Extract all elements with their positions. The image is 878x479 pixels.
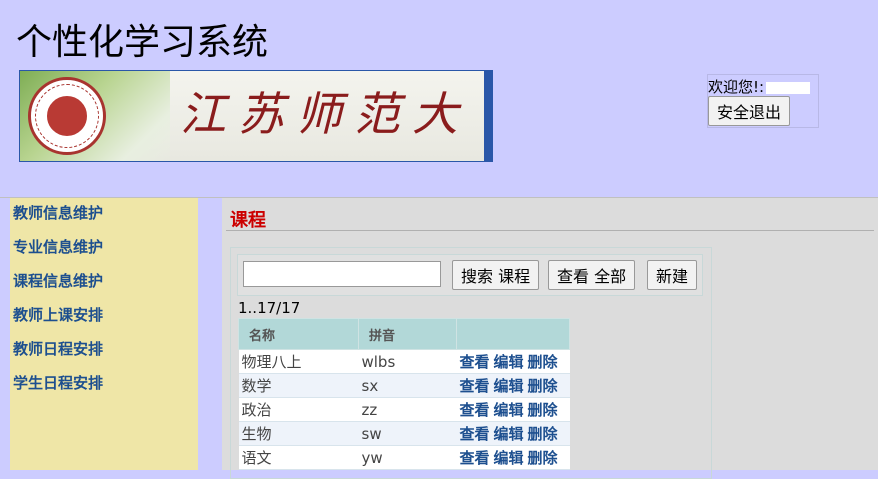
university-seal-icon xyxy=(28,77,106,155)
column-header-actions xyxy=(456,318,570,350)
main-content: 课程 搜索 课程 查看 全部 新建 1..17/17 名称 拼音 物理八上 wl… xyxy=(222,198,878,479)
welcome-line: 欢迎您!: xyxy=(708,76,811,97)
title-divider xyxy=(226,230,874,231)
cell-pinyin: wlbs xyxy=(358,349,457,374)
university-banner: 江苏师范大学 xyxy=(19,70,493,162)
cell-name: 语文 xyxy=(238,445,359,470)
sidebar: 教师信息维护 专业信息维护 课程信息维护 教师上课安排 教师日程安排 学生日程安… xyxy=(10,198,198,470)
header: 个性化学习系统 江苏师范大学 欢迎您!: 安全退出 xyxy=(0,0,878,197)
edit-link[interactable]: 编辑 xyxy=(494,425,524,443)
view-link[interactable]: 查看 xyxy=(460,425,490,443)
sidebar-item-teacher-class-schedule[interactable]: 教师上课安排 xyxy=(10,300,198,334)
delete-link[interactable]: 删除 xyxy=(528,377,558,395)
banner-calligraphy: 江苏师范大学 xyxy=(180,87,470,161)
cell-name: 生物 xyxy=(238,421,359,446)
cell-actions: 查看 编辑 删除 xyxy=(456,445,570,470)
view-link[interactable]: 查看 xyxy=(460,401,490,419)
search-toolbar: 搜索 课程 查看 全部 新建 xyxy=(237,254,703,296)
view-link[interactable]: 查看 xyxy=(460,449,490,467)
delete-link[interactable]: 删除 xyxy=(528,353,558,371)
cell-actions: 查看 编辑 删除 xyxy=(456,349,570,374)
edit-link[interactable]: 编辑 xyxy=(494,401,524,419)
cell-name: 数学 xyxy=(238,373,359,398)
delete-link[interactable]: 删除 xyxy=(528,425,558,443)
table-row: 数学 sx 查看 编辑 删除 xyxy=(238,373,570,398)
sidebar-item-student-calendar[interactable]: 学生日程安排 xyxy=(10,368,198,402)
cell-name: 物理八上 xyxy=(238,349,359,374)
view-link[interactable]: 查看 xyxy=(460,377,490,395)
page-title: 课程 xyxy=(230,210,266,231)
cell-actions: 查看 编辑 删除 xyxy=(456,373,570,398)
edit-link[interactable]: 编辑 xyxy=(494,377,524,395)
column-header-pinyin[interactable]: 拼音 xyxy=(358,318,457,350)
table-row: 物理八上 wlbs 查看 编辑 删除 xyxy=(238,349,570,374)
column-header-name[interactable]: 名称 xyxy=(238,318,359,350)
table-row: 政治 zz 查看 编辑 删除 xyxy=(238,397,570,422)
view-link[interactable]: 查看 xyxy=(460,353,490,371)
edit-link[interactable]: 编辑 xyxy=(494,449,524,467)
welcome-box: 欢迎您!: 安全退出 xyxy=(707,74,819,128)
sidebar-item-course-info[interactable]: 课程信息维护 xyxy=(10,266,198,300)
cell-actions: 查看 编辑 删除 xyxy=(456,397,570,422)
banner-edge xyxy=(484,71,492,161)
edit-link[interactable]: 编辑 xyxy=(494,353,524,371)
app-title: 个性化学习系统 xyxy=(16,22,269,63)
welcome-label: 欢迎您!: xyxy=(708,78,765,96)
cell-pinyin: yw xyxy=(358,445,457,470)
cell-pinyin: zz xyxy=(358,397,457,422)
view-all-button[interactable]: 查看 全部 xyxy=(548,260,636,290)
cell-name: 政治 xyxy=(238,397,359,422)
table-row: 生物 sw 查看 编辑 删除 xyxy=(238,421,570,446)
table-row: 语文 yw 查看 编辑 删除 xyxy=(238,445,570,470)
seal-center xyxy=(45,94,89,138)
search-course-button[interactable]: 搜索 课程 xyxy=(452,260,540,290)
search-input[interactable] xyxy=(243,261,441,287)
cell-actions: 查看 编辑 删除 xyxy=(456,421,570,446)
new-course-button[interactable]: 新建 xyxy=(647,260,698,290)
sidebar-item-major-info[interactable]: 专业信息维护 xyxy=(10,232,198,266)
delete-link[interactable]: 删除 xyxy=(528,401,558,419)
table-header-row: 名称 拼音 xyxy=(238,318,570,350)
record-count: 1..17/17 xyxy=(238,299,301,317)
cell-pinyin: sx xyxy=(358,373,457,398)
username-redacted xyxy=(766,81,811,94)
sidebar-item-teacher-info[interactable]: 教师信息维护 xyxy=(10,198,198,232)
logout-button[interactable]: 安全退出 xyxy=(708,96,791,126)
cell-pinyin: sw xyxy=(358,421,457,446)
course-table: 名称 拼音 物理八上 wlbs 查看 编辑 删除 数学 sx 查看 编辑 删除 政治 xyxy=(238,318,570,470)
sidebar-item-teacher-calendar[interactable]: 教师日程安排 xyxy=(10,334,198,368)
delete-link[interactable]: 删除 xyxy=(528,449,558,467)
course-panel: 搜索 课程 查看 全部 新建 1..17/17 名称 拼音 物理八上 wlbs … xyxy=(230,247,712,479)
